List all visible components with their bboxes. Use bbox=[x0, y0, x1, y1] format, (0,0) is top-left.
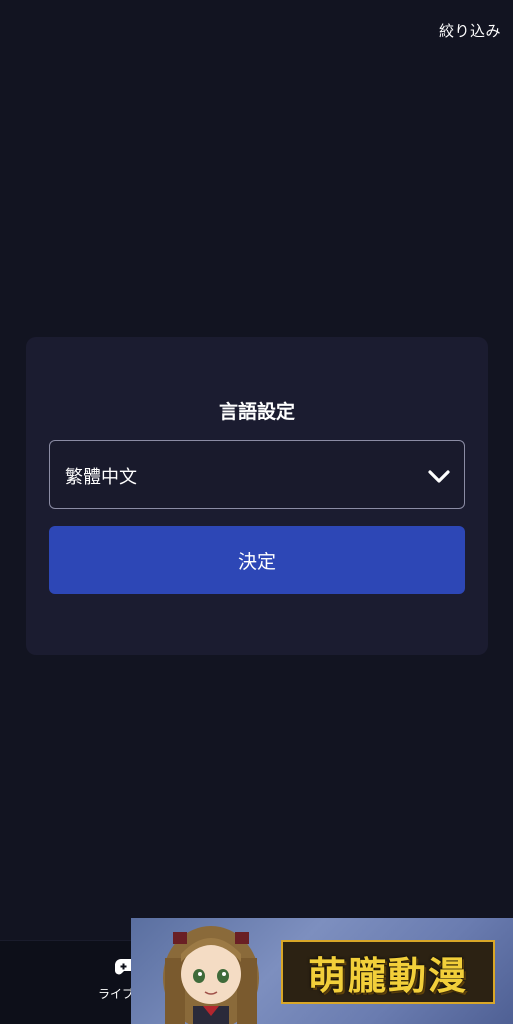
language-select-value: 繁體中文 bbox=[65, 467, 137, 488]
dialog-title: 言語設定 bbox=[218, 401, 295, 423]
confirm-button[interactable]: 決定 bbox=[49, 526, 465, 594]
anime-character-image bbox=[163, 926, 259, 1024]
language-select[interactable]: 繁體中文 bbox=[49, 440, 465, 509]
ad-banner[interactable]: 萌朧動漫 bbox=[131, 918, 513, 1024]
ad-logo: 萌朧動漫 bbox=[281, 940, 495, 1004]
chevron-down-icon bbox=[428, 470, 450, 483]
screen: 絞り込み 言語設定 繁體中文 決定 ライブラリ 萌朧動漫 bbox=[0, 0, 513, 1024]
ad-logo-text: 萌朧動漫 bbox=[307, 952, 468, 998]
filter-button[interactable]: 絞り込み bbox=[439, 20, 501, 41]
language-settings-dialog: 言語設定 繁體中文 決定 bbox=[26, 337, 488, 655]
